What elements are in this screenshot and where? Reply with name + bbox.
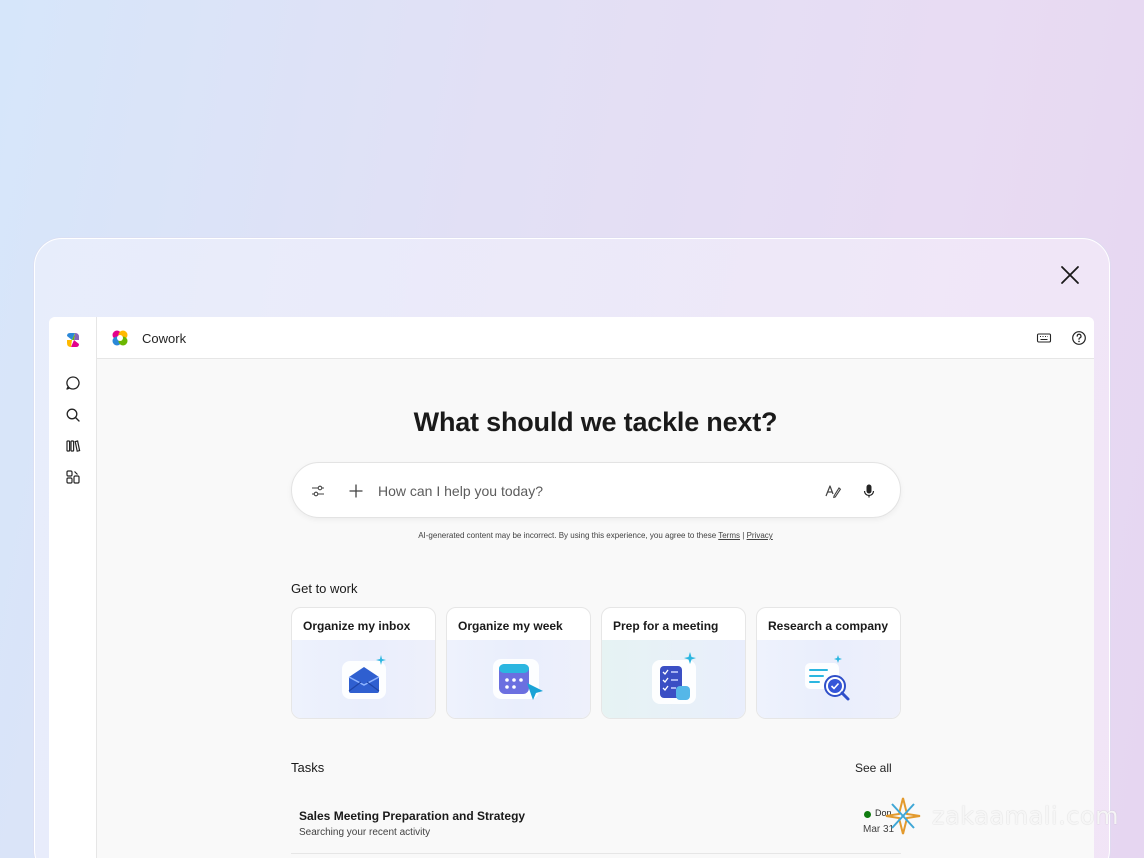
microphone-button[interactable] [859,481,879,501]
card-research-company[interactable]: Research a company [756,607,901,719]
get-to-work-title: Get to work [291,581,358,596]
watermark: zakaamali.com [884,794,1134,838]
card-label: Research a company [768,619,889,633]
close-icon [1061,266,1079,284]
settings-button[interactable] [308,481,328,501]
status-dot [864,811,871,818]
card-label: Organize my inbox [303,619,411,633]
task-title: Sales Meeting Preparation and Strategy [299,809,526,823]
privacy-link[interactable]: Privacy [747,531,773,540]
close-button[interactable] [1056,261,1084,289]
copilot-logo[interactable] [63,330,83,350]
handwriting-button[interactable] [823,481,843,501]
checklist-icon [651,652,696,704]
app-title: Cowork [142,331,187,346]
card-art [447,640,590,718]
prompt-composer [291,462,901,518]
watermark-logo-icon [885,797,921,835]
help-icon [1072,331,1086,345]
disclaimer-text: AI-generated content may be incorrect. B… [418,531,717,540]
card-art [757,640,900,718]
card-art [602,640,745,718]
suggestion-cards: Organize my inbox Organize my week Prep … [291,607,901,719]
card-art [292,640,435,718]
help-button[interactable] [1069,328,1089,348]
rail-item-apps[interactable] [63,467,83,487]
research-icon [804,655,849,701]
top-bar: Cowork [97,317,1094,359]
keyboard-icon [1036,333,1052,343]
calendar-icon [492,659,543,700]
cowork-app: Cowork What should we tackle next? How c… [49,317,1094,858]
card-organize-week[interactable]: Organize my week [446,607,591,719]
rail-item-library[interactable] [63,436,83,456]
task-subtitle: Searching your recent activity [299,827,431,838]
library-icon [66,440,81,452]
handwriting-icon [825,485,842,499]
apps-icon [66,470,80,484]
watermark-text: zakaamali.com [932,802,1120,830]
microphone-icon [863,484,875,498]
chat-icon [66,376,80,390]
keyboard-button[interactable] [1034,328,1054,348]
plus-icon [349,484,363,498]
add-button[interactable] [346,481,366,501]
card-prep-meeting[interactable]: Prep for a meeting [601,607,746,719]
disclaimer: AI-generated content may be incorrect. B… [97,531,1094,540]
prompt-input[interactable] [378,479,798,503]
card-label: Organize my week [458,619,563,633]
disclaimer-separator: | [742,531,745,540]
card-organize-inbox[interactable]: Organize my inbox [291,607,436,719]
left-rail [49,317,97,858]
card-label: Prep for a meeting [613,619,719,633]
cowork-logo-icon [112,330,128,346]
see-all-link[interactable]: See all [855,761,892,775]
mail-icon [341,655,386,699]
copilot-logo-icon [67,333,79,347]
rail-item-search[interactable] [63,405,83,425]
rail-item-chat[interactable] [63,373,83,393]
task-row[interactable]: Sales Meeting Preparation and Strategy S… [291,800,901,854]
search-icon [66,408,80,422]
tasks-title: Tasks [291,760,325,775]
page-headline: What should we tackle next? [413,407,778,437]
sliders-icon [312,485,324,497]
terms-link[interactable]: Terms [718,531,740,540]
